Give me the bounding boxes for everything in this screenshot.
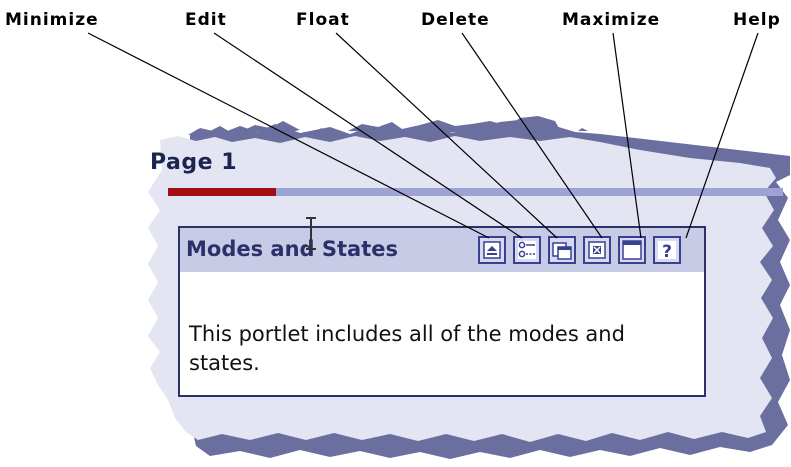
delete-button[interactable]: [583, 236, 611, 264]
help-icon: ?: [658, 241, 676, 262]
help-icon-glyph: ?: [662, 242, 672, 262]
edit-icon: [518, 241, 536, 259]
delete-icon: [588, 241, 606, 259]
portlet-title: Modes and States: [186, 237, 398, 261]
minimize-button[interactable]: [478, 236, 506, 264]
float-button[interactable]: [548, 236, 576, 264]
edit-button[interactable]: [513, 236, 541, 264]
maximize-icon: [622, 240, 642, 260]
portlet-header: Modes and States ?: [180, 228, 704, 272]
callout-delete: Delete: [421, 10, 490, 30]
page-tab-label[interactable]: Page 1: [150, 150, 237, 175]
active-tab-indicator: [168, 188, 276, 196]
callout-edit: Edit: [185, 10, 227, 30]
callout-help: Help: [733, 10, 781, 30]
float-icon: [552, 242, 572, 260]
maximize-button[interactable]: [618, 236, 646, 264]
help-button[interactable]: ?: [653, 236, 681, 264]
callout-maximize: Maximize: [562, 10, 661, 30]
portlet-body-text: This portlet includes all of the modes a…: [189, 322, 625, 375]
text-cursor-icon: [306, 217, 316, 250]
callout-float: Float: [296, 10, 350, 30]
callout-minimize: Minimize: [5, 10, 99, 30]
minimize-icon: [483, 241, 501, 259]
portlet-window: Modes and States ? This portlet includes…: [178, 226, 706, 397]
